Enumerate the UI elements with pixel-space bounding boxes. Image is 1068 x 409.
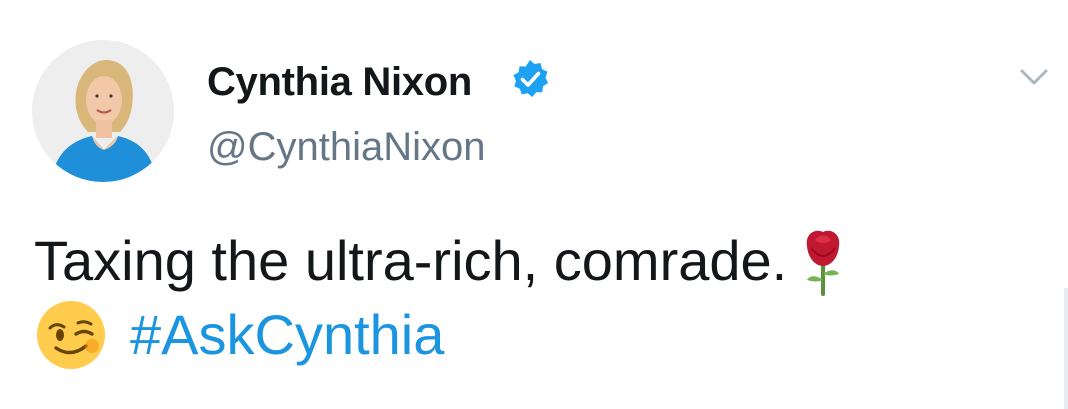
tweet-text: Taxing the ultra-rich, comrade. #AskCynt…	[34, 224, 1034, 372]
rose-emoji-icon	[797, 224, 849, 298]
tweet-card: Cynthia Nixon @CynthiaNixon Taxing the u…	[0, 0, 1068, 409]
hashtag-link[interactable]: #AskCynthia	[130, 303, 444, 366]
display-name[interactable]: Cynthia Nixon	[207, 56, 472, 108]
winking-face-emoji-icon	[34, 298, 108, 372]
verified-badge-icon	[509, 58, 551, 100]
tweet-text-line: Taxing the ultra-rich, comrade.	[34, 224, 1034, 298]
chevron-down-icon[interactable]	[1014, 62, 1054, 92]
user-handle[interactable]: @CynthiaNixon	[207, 121, 486, 173]
divider	[1064, 288, 1068, 409]
tweet-text-line: #AskCynthia	[34, 298, 1034, 372]
avatar[interactable]	[32, 40, 174, 182]
tweet-text-content: Taxing the ultra-rich, comrade.	[34, 229, 788, 292]
